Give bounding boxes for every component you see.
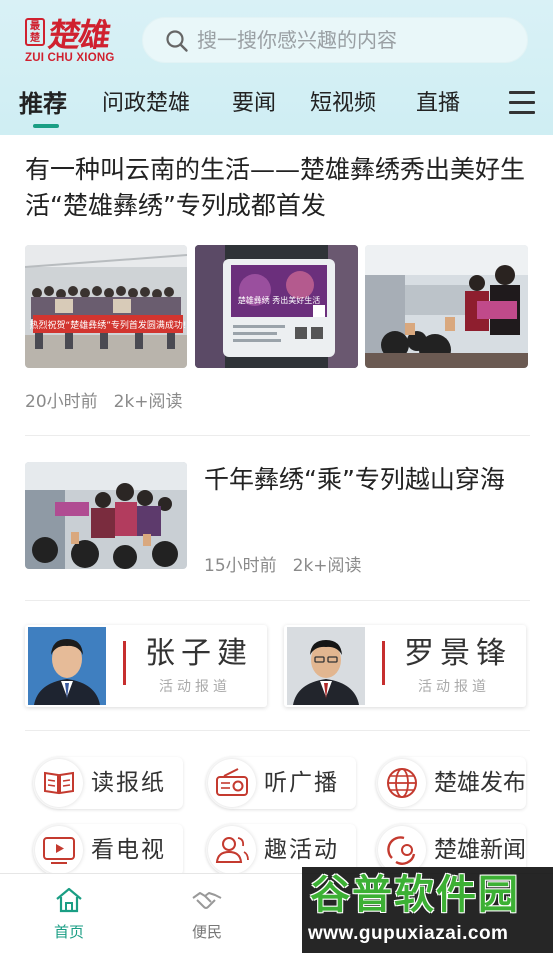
article-meta: 15小时前 2k+阅读 xyxy=(204,551,378,576)
official-photo xyxy=(287,627,365,705)
nav-label: 便民 xyxy=(191,923,222,941)
article-time: 15小时前 xyxy=(204,556,277,576)
nav-convenience[interactable]: 便民 xyxy=(177,886,237,942)
official-card[interactable]: 张子建 活动报道 xyxy=(25,625,267,707)
app-header: 最楚 楚雄 ZUI CHU XIONG 搜一搜你感兴趣的内容 推荐 问政楚雄 要… xyxy=(0,0,553,135)
logo-seal: 最楚 xyxy=(25,18,45,46)
watermark-url: www.gupuxiazai.com xyxy=(308,923,509,944)
official-subtitle: 活动报道 xyxy=(159,679,231,695)
banner-text: 热烈祝贺“楚雄彝绣”专列首发圆满成功! xyxy=(30,319,187,331)
service-label: 趣活动 xyxy=(264,837,339,863)
official-name: 张子建 xyxy=(145,636,253,671)
nav-label: 首页 xyxy=(53,923,84,941)
site-watermark: 谷普软件园 www.gupuxiazai.com xyxy=(302,867,553,953)
article-image[interactable]: 热烈祝贺“楚雄彝绣”专列首发圆满成功! xyxy=(25,245,187,368)
active-tab-indicator xyxy=(33,124,59,128)
article-reads: 2k+阅读 xyxy=(113,392,183,412)
service-label: 楚雄新闻 xyxy=(434,837,526,863)
service-watch-tv[interactable]: 看电视 xyxy=(33,824,183,876)
nav-home[interactable]: 首页 xyxy=(39,886,99,942)
divider xyxy=(25,435,530,436)
people-icon xyxy=(208,826,256,874)
service-label: 读报纸 xyxy=(91,770,166,796)
poster-text: 楚雄彝绣 秀出美好生活 xyxy=(238,295,321,305)
globe-icon xyxy=(378,759,426,807)
article-image[interactable] xyxy=(365,245,528,368)
service-listen-radio[interactable]: 听广播 xyxy=(206,757,356,809)
home-icon xyxy=(56,887,82,913)
article-title[interactable]: 千年彝绣“乘”专列越山穿海 xyxy=(204,462,524,498)
app-logo[interactable]: 最楚 楚雄 ZUI CHU XIONG xyxy=(22,14,132,70)
official-name: 罗景锋 xyxy=(404,636,512,671)
divider xyxy=(25,730,530,731)
official-divider xyxy=(123,641,126,685)
logo-name: 楚雄 xyxy=(46,16,112,54)
official-divider xyxy=(382,641,385,685)
article-title[interactable]: 有一种叫云南的生活——楚雄彝绣秀出美好生活“楚雄彝绣”专列成都首发 xyxy=(25,152,530,224)
tab-bar: 推荐 问政楚雄 要闻 短视频 直播 xyxy=(0,84,553,132)
service-read-newspaper[interactable]: 读报纸 xyxy=(33,757,183,809)
menu-icon[interactable] xyxy=(509,91,535,115)
tv-icon xyxy=(35,826,83,874)
article-reads: 2k+阅读 xyxy=(292,556,362,576)
official-card[interactable]: 罗景锋 活动报道 xyxy=(284,625,526,707)
radio-icon xyxy=(208,759,256,807)
service-label: 听广播 xyxy=(264,770,339,796)
search-icon xyxy=(166,30,188,52)
tab-live[interactable]: 直播 xyxy=(416,88,460,120)
tab-recommend[interactable]: 推荐 xyxy=(19,88,67,120)
article-meta: 20小时前 2k+阅读 xyxy=(25,387,199,412)
watermark-title: 谷普软件园 xyxy=(310,872,520,918)
newspaper-icon xyxy=(35,759,83,807)
handshake-icon xyxy=(192,892,222,909)
tab-news[interactable]: 要闻 xyxy=(232,88,276,120)
tab-short-video[interactable]: 短视频 xyxy=(310,88,376,120)
tab-wenzheng[interactable]: 问政楚雄 xyxy=(102,88,190,120)
article-image[interactable] xyxy=(25,462,187,569)
official-subtitle: 活动报道 xyxy=(418,679,490,695)
search-bar[interactable]: 搜一搜你感兴趣的内容 xyxy=(142,17,528,63)
official-photo xyxy=(28,627,106,705)
service-label: 楚雄发布 xyxy=(434,770,526,796)
divider xyxy=(25,600,530,601)
article-time: 20小时前 xyxy=(25,392,98,412)
service-chuxiong-release[interactable]: 楚雄发布 xyxy=(376,757,526,809)
service-label: 看电视 xyxy=(91,837,166,863)
search-placeholder: 搜一搜你感兴趣的内容 xyxy=(197,28,397,52)
logo-subtitle: ZUI CHU XIONG xyxy=(25,52,115,64)
article-image[interactable]: 楚雄彝绣 秀出美好生活 xyxy=(195,245,358,368)
